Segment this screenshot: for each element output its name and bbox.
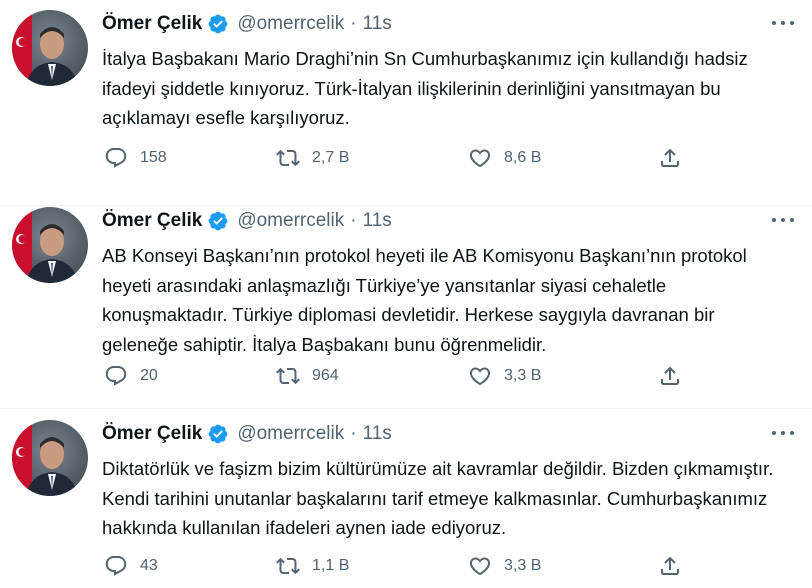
separator: ·: [350, 210, 357, 231]
author-handle[interactable]: @omerrcelik: [237, 13, 344, 35]
reply-count: 43: [140, 557, 158, 574]
share-button[interactable]: [658, 361, 682, 391]
avatar[interactable]: [12, 207, 88, 283]
retweet-icon: [276, 149, 300, 167]
verified-badge-icon: [207, 210, 229, 232]
like-count: 3,3 B: [504, 367, 542, 384]
retweet-button[interactable]: 964: [276, 361, 339, 391]
retweet-count: 2,7 B: [312, 149, 350, 166]
tweet[interactable]: Ömer Çelik @omerrcelik · 11s İtalya Başb…: [0, 0, 812, 206]
share-icon: [661, 556, 679, 575]
tweet-header: Ömer Çelik @omerrcelik · 11s: [102, 422, 392, 446]
author-name[interactable]: Ömer Çelik: [102, 210, 202, 232]
tweet-text: İtalya Başbakanı Mario Draghi’nin Sn Cum…: [102, 48, 753, 128]
retweet-button[interactable]: 1,1 B: [276, 551, 349, 581]
tweet-header: Ömer Çelik @omerrcelik · 11s: [102, 12, 392, 36]
reply-icon: [105, 148, 127, 168]
separator: ·: [350, 423, 357, 444]
retweet-button[interactable]: 2,7 B: [276, 143, 349, 173]
reply-button[interactable]: 20: [104, 361, 158, 391]
retweet-count: 964: [312, 367, 339, 384]
author-name[interactable]: Ömer Çelik: [102, 423, 202, 445]
timestamp[interactable]: 11s: [363, 210, 392, 232]
avatar[interactable]: [12, 10, 88, 86]
separator: ·: [350, 13, 357, 34]
reply-count: 20: [140, 367, 158, 384]
more-icon[interactable]: [772, 213, 794, 227]
like-icon: [469, 149, 491, 168]
like-count: 8,6 B: [504, 149, 542, 166]
author-handle[interactable]: @omerrcelik: [237, 210, 344, 232]
retweet-icon: [276, 367, 300, 385]
like-button[interactable]: 3,3 B: [468, 551, 541, 581]
tweet-text: Diktatörlük ve faşizm bizim kültürümüze …: [102, 458, 779, 538]
like-button[interactable]: 3,3 B: [468, 361, 541, 391]
like-count: 3,3 B: [504, 557, 542, 574]
more-icon[interactable]: [772, 16, 794, 30]
tweet[interactable]: Ömer Çelik @omerrcelik · 11s Diktatörlük…: [0, 410, 812, 588]
tweet-actions: 20 964 3,3 B: [100, 361, 700, 391]
tweet-text: AB Konseyi Başkanı’nın protokol heyeti i…: [102, 245, 752, 355]
reply-icon: [105, 556, 127, 576]
like-icon: [469, 367, 491, 386]
tweet-header: Ömer Çelik @omerrcelik · 11s: [102, 209, 392, 233]
share-button[interactable]: [658, 551, 682, 581]
timeline: Ömer Çelik @omerrcelik · 11s İtalya Başb…: [0, 0, 812, 588]
share-icon: [661, 148, 679, 167]
reply-icon: [105, 366, 127, 386]
timestamp[interactable]: 11s: [363, 13, 392, 35]
share-button[interactable]: [658, 143, 682, 173]
verified-badge-icon: [207, 423, 229, 445]
share-icon: [661, 366, 679, 385]
timestamp[interactable]: 11s: [363, 423, 392, 445]
author-name[interactable]: Ömer Çelik: [102, 13, 202, 35]
avatar[interactable]: [12, 420, 88, 496]
tweet-actions: 43 1,1 B 3,3 B: [100, 551, 700, 581]
tweet-actions: 158 2,7 B 8,6 B: [100, 143, 700, 173]
like-icon: [469, 557, 491, 576]
reply-button[interactable]: 43: [104, 551, 158, 581]
more-icon[interactable]: [772, 426, 794, 440]
verified-badge-icon: [207, 13, 229, 35]
author-handle[interactable]: @omerrcelik: [237, 423, 344, 445]
retweet-icon: [276, 557, 300, 575]
reply-count: 158: [140, 149, 167, 166]
tweet[interactable]: Ömer Çelik @omerrcelik · 11s AB Konseyi …: [0, 197, 812, 409]
reply-button[interactable]: 158: [104, 143, 167, 173]
like-button[interactable]: 8,6 B: [468, 143, 541, 173]
retweet-count: 1,1 B: [312, 557, 350, 574]
